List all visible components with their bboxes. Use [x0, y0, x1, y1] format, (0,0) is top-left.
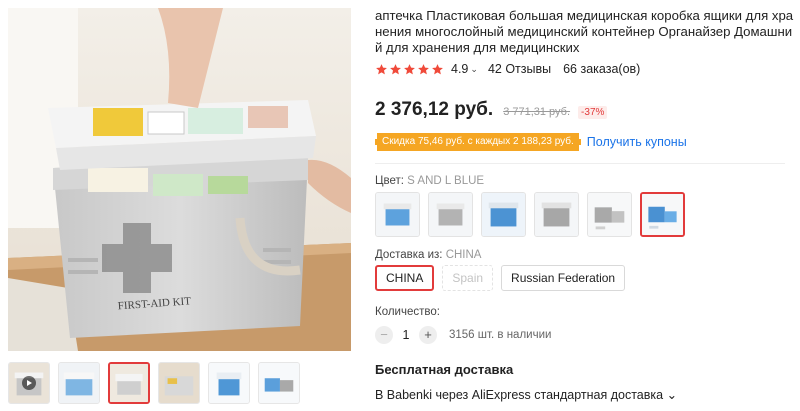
ship-from-label-row: Доставка из: CHINA — [375, 249, 481, 261]
rating-row: 4.9 ⌄ 42 Отзывы 66 заказа(ов) — [375, 61, 640, 77]
stock-available: 3156 шт. в наличии — [449, 329, 552, 341]
thumbnail-strip — [8, 362, 300, 404]
thumbnail-4[interactable] — [158, 362, 200, 404]
quantity-decrease-button[interactable]: − — [375, 326, 393, 344]
color-value: S AND L BLUE — [407, 175, 485, 187]
star-icon — [432, 63, 443, 74]
quantity-label: Количество: — [375, 306, 440, 318]
orders-count: 66 заказа(ов) — [563, 62, 641, 76]
color-swatch-6-selected[interactable] — [640, 192, 685, 237]
divider — [375, 163, 785, 164]
ship-from-label: Доставка из: — [375, 249, 443, 261]
color-swatch-2[interactable] — [428, 192, 473, 237]
color-swatches — [375, 192, 685, 237]
color-swatch-5[interactable] — [587, 192, 632, 237]
quantity-stepper: − 1 + 3156 шт. в наличии — [375, 326, 551, 344]
ship-from-option-spain[interactable]: Spain — [442, 265, 494, 291]
quantity-increase-button[interactable]: + — [419, 326, 437, 344]
coupon-row: Скидка 75,46 руб. с каждых 2 188,23 руб.… — [375, 133, 687, 151]
star-icon — [404, 63, 415, 74]
color-label-row: Цвет: S AND L BLUE — [375, 175, 484, 187]
rating-stars — [375, 63, 444, 76]
color-swatch-4[interactable] — [534, 192, 579, 237]
price-row: 2 376,12 руб. 3 771,31 руб. -37% — [375, 99, 608, 121]
star-icon — [390, 63, 401, 74]
thumbnail-video[interactable] — [8, 362, 50, 404]
thumbnail-2[interactable] — [58, 362, 100, 404]
reviews-count-link[interactable]: 42 Отзывы — [488, 62, 551, 76]
delivery-detail[interactable]: В Babenki через AliExpress стандартная д… — [375, 387, 677, 402]
color-swatch-3[interactable] — [481, 192, 526, 237]
chevron-down-icon[interactable]: ⌄ — [470, 64, 478, 75]
ship-from-value: CHINA — [445, 249, 482, 261]
thumbnail-3-selected[interactable] — [108, 362, 150, 404]
chevron-down-icon: ⌄ — [666, 388, 678, 402]
product-title: аптечка Пластиковая большая медицинская … — [375, 8, 794, 55]
star-icon — [376, 63, 387, 74]
current-price: 2 376,12 руб. — [375, 99, 494, 120]
thumbnail-5[interactable] — [208, 362, 250, 404]
play-icon — [22, 376, 36, 390]
ship-from-options: CHINA Spain Russian Federation — [375, 265, 626, 291]
ship-from-option-russia[interactable]: Russian Federation — [501, 265, 626, 291]
color-swatch-1[interactable] — [375, 192, 420, 237]
delivery-detail-text: В Babenki через AliExpress стандартная д… — [375, 388, 664, 402]
main-product-image: FIRST-AID KIT — [8, 8, 351, 351]
rating-value[interactable]: 4.9 — [451, 62, 468, 76]
color-label: Цвет: — [375, 175, 404, 187]
discount-badge: -37% — [578, 106, 608, 119]
star-icon — [418, 63, 429, 74]
old-price: 3 771,31 руб. — [503, 106, 571, 118]
thumbnail-6[interactable] — [258, 362, 300, 404]
ship-from-option-china[interactable]: CHINA — [375, 265, 435, 291]
coupon-tag: Скидка 75,46 руб. с каждых 2 188,23 руб. — [375, 133, 581, 151]
quantity-value[interactable]: 1 — [393, 328, 419, 342]
free-shipping-title: Бесплатная доставка — [375, 362, 514, 377]
get-coupons-link[interactable]: Получить купоны — [587, 135, 687, 149]
